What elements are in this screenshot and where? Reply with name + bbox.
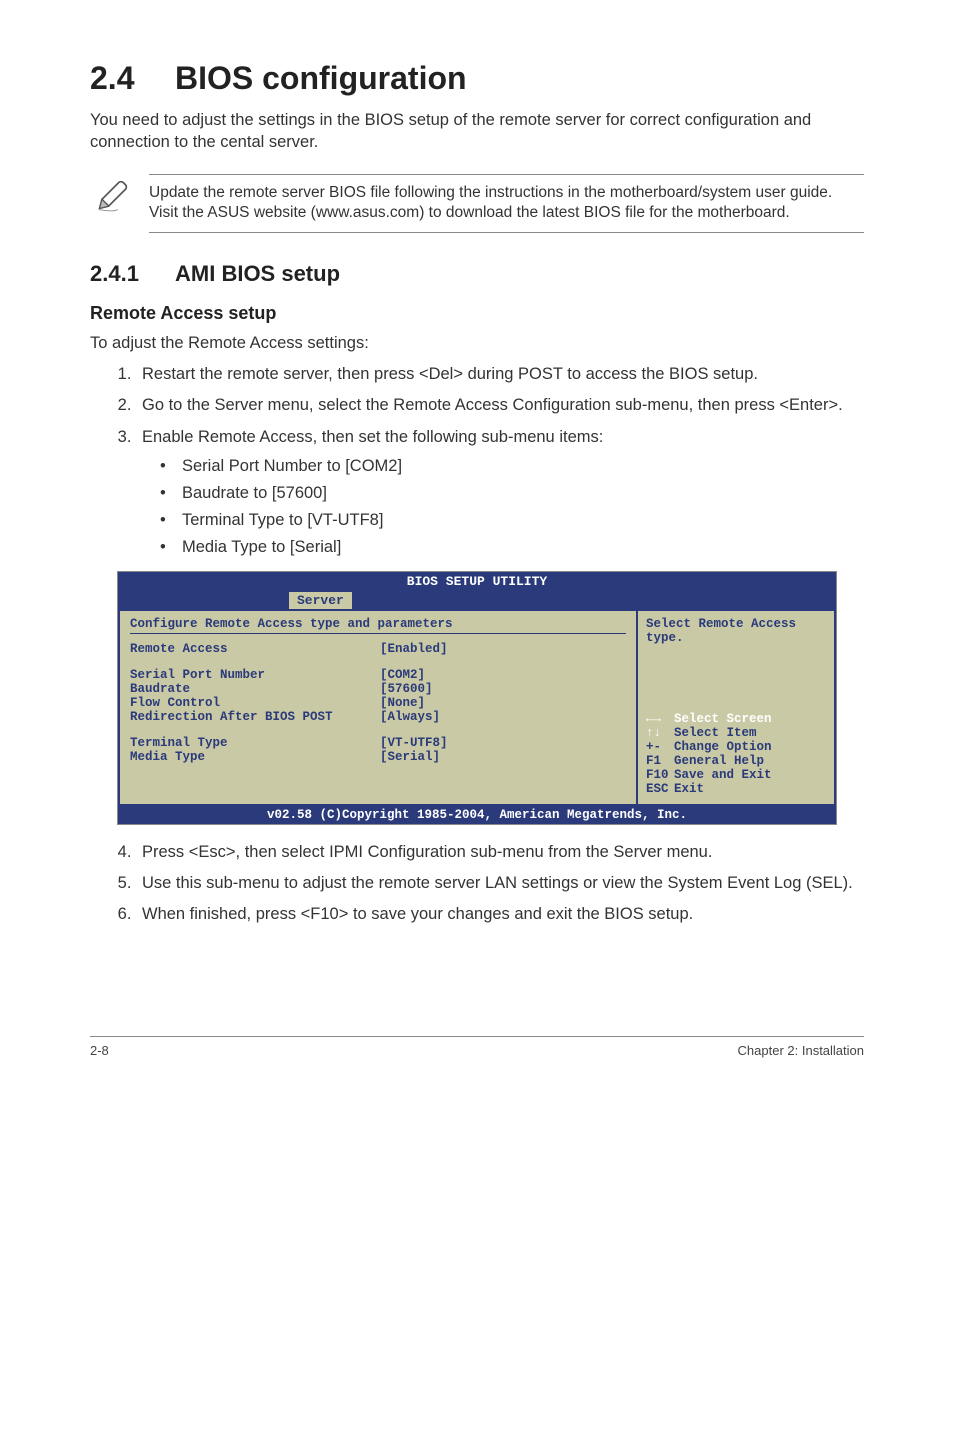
list-item: Baudrate to [57600] [160,482,864,505]
bios-row: Terminal Type[VT-UTF8] [130,736,626,750]
list-item: Enable Remote Access, then set the follo… [136,426,864,559]
bios-help-key: ESC [646,782,674,796]
list-item: Serial Port Number to [COM2] [160,455,864,478]
list-item: Media Type to [Serial] [160,536,864,559]
bios-title: BIOS SETUP UTILITY [118,572,836,591]
list-item: Go to the Server menu, select the Remote… [136,394,864,417]
steps-list-b: Press <Esc>, then select IPMI Configurat… [90,841,864,926]
bios-row: Media Type[Serial] [130,750,626,764]
bios-value: [Serial] [380,750,440,764]
bios-help-text: Select Item [674,726,757,740]
bios-body: Configure Remote Access type and paramet… [118,609,836,806]
section-heading: 2.4BIOS configuration [90,60,864,97]
section-number: 2.4 [90,60,175,97]
bios-label: Media Type [130,750,380,764]
topic-lead: To adjust the Remote Access settings: [90,334,864,353]
bios-help-row: ESCExit [646,782,826,796]
note-block: Update the remote server BIOS file follo… [94,168,864,240]
page-number: 2-8 [90,1043,109,1058]
bios-label: Remote Access [130,642,380,656]
bios-label: Redirection After BIOS POST [130,710,380,724]
bios-help-row: ←→Select Screen [646,712,826,726]
bios-row: Redirection After BIOS POST[Always] [130,710,626,724]
bios-help-text: Exit [674,782,704,796]
arrows-ud-icon: ↑↓ [646,726,674,740]
bios-help-key: F1 [646,754,674,768]
bios-tab-row: Server [118,591,836,609]
bios-tab-server: Server [288,591,353,609]
bios-row: Remote Access [Enabled] [130,642,626,656]
bios-row: Baudrate[57600] [130,682,626,696]
bios-help-description: Select Remote Access type. [646,617,826,645]
pencil-note-icon [94,174,149,219]
bios-help-row: +-Change Option [646,740,826,754]
bios-value: [Enabled] [380,642,448,656]
bullet-list: Serial Port Number to [COM2] Baudrate to… [142,455,864,559]
bios-help-text: General Help [674,754,764,768]
list-item: Press <Esc>, then select IPMI Configurat… [136,841,864,864]
bios-label: Baudrate [130,682,380,696]
subsection-heading: 2.4.1AMI BIOS setup [90,261,864,287]
list-item: Use this sub-menu to adjust the remote s… [136,872,864,895]
bios-label: Serial Port Number [130,668,380,682]
bios-value: [Always] [380,710,440,724]
bios-row: Serial Port Number[COM2] [130,668,626,682]
topic-heading: Remote Access setup [90,303,864,324]
bios-left-title: Configure Remote Access type and paramet… [130,617,626,634]
section-title-text: BIOS configuration [175,60,467,96]
bios-footer: v02.58 (C)Copyright 1985-2004, American … [118,806,836,824]
bios-value: [COM2] [380,668,425,682]
subsection-title-text: AMI BIOS setup [175,261,340,286]
intro-paragraph: You need to adjust the settings in the B… [90,109,864,154]
steps-list-a: Restart the remote server, then press <D… [90,363,864,559]
bios-help-row: ↑↓Select Item [646,726,826,740]
bios-help-key: +- [646,740,674,754]
bios-left-pane: Configure Remote Access type and paramet… [118,609,636,806]
bios-label: Flow Control [130,696,380,710]
subsection-number: 2.4.1 [90,261,175,287]
list-item: When finished, press <F10> to save your … [136,903,864,926]
bios-screenshot: BIOS SETUP UTILITY Server Configure Remo… [117,571,837,825]
bios-help-row: F10Save and Exit [646,768,826,782]
bios-help-row: F1General Help [646,754,826,768]
bios-value: [VT-UTF8] [380,736,448,750]
bios-help-text: Select Screen [674,712,772,726]
note-text: Update the remote server BIOS file follo… [149,174,864,234]
list-item-text: Enable Remote Access, then set the follo… [142,428,603,446]
bios-help-list: ←→Select Screen ↑↓Select Item +-Change O… [646,712,826,796]
chapter-label: Chapter 2: Installation [738,1043,864,1058]
bios-label: Terminal Type [130,736,380,750]
arrows-lr-icon: ←→ [646,712,674,726]
bios-value: [None] [380,696,425,710]
list-item: Restart the remote server, then press <D… [136,363,864,386]
bios-value: [57600] [380,682,433,696]
list-item: Terminal Type to [VT-UTF8] [160,509,864,532]
bios-row: Flow Control[None] [130,696,626,710]
bios-help-text: Change Option [674,740,772,754]
bios-right-pane: Select Remote Access type. ←→Select Scre… [636,609,836,806]
bios-help-text: Save and Exit [674,768,772,782]
page-footer: 2-8 Chapter 2: Installation [90,1036,864,1058]
bios-help-key: F10 [646,768,674,782]
